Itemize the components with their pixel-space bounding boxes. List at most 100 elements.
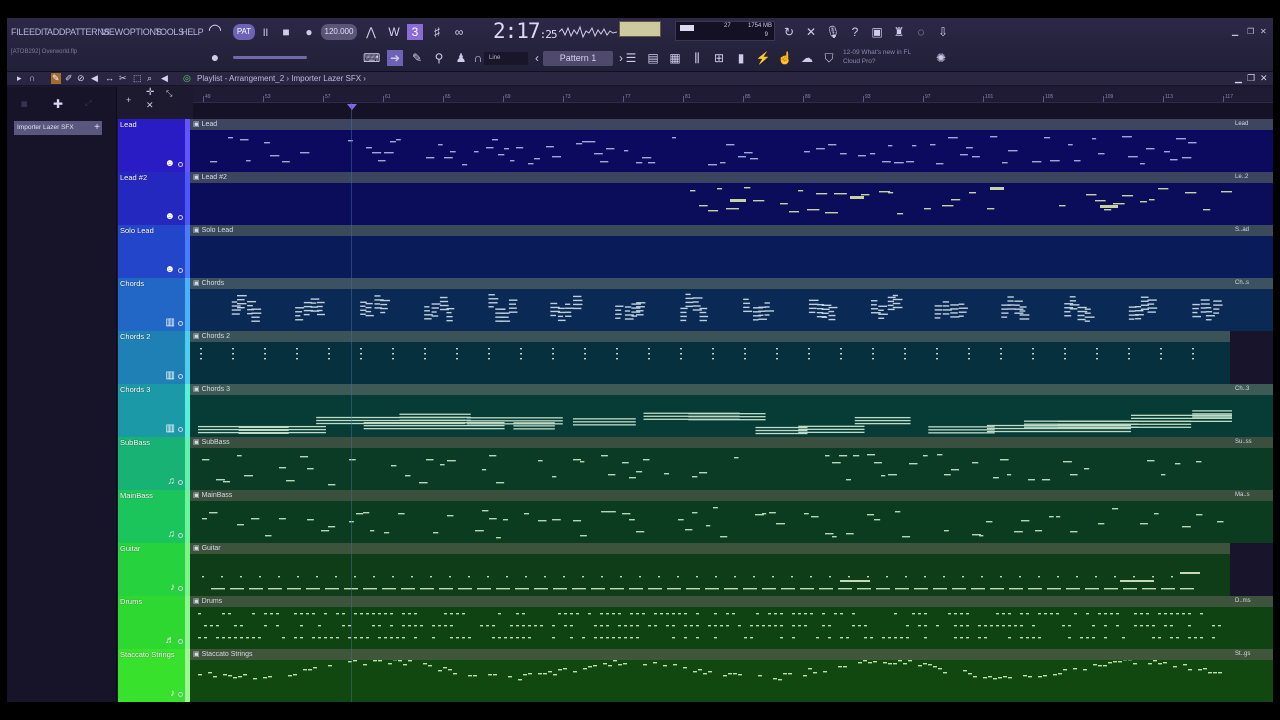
track-lane[interactable]: ▣ Staccato Strings St..gs — [190, 649, 1273, 702]
track-header[interactable]: Lead #2 ☻ — [118, 172, 185, 225]
menu-add[interactable]: ADD — [47, 27, 65, 37]
pattern-clip-tail-title[interactable]: Ma..s — [1232, 490, 1273, 501]
track-lane[interactable]: ▣ Chords Ch..s — [190, 278, 1273, 331]
mute-led[interactable] — [178, 639, 183, 644]
link-icon[interactable]: ⚲ — [431, 50, 447, 66]
pattern-clip-title[interactable]: ▣ Drums — [190, 596, 1232, 607]
mute-led[interactable] — [178, 321, 183, 326]
stop-icon[interactable]: ■ — [278, 24, 294, 40]
pattern-clip-tail-title[interactable]: Ch..s — [1232, 278, 1273, 289]
pattern-clip-tail-title[interactable]: Le..2 — [1232, 172, 1273, 183]
typing-keyboard-icon[interactable]: ⌨ — [363, 50, 380, 66]
mute-led[interactable] — [178, 215, 183, 220]
paint-tool-icon[interactable]: ✎ — [409, 50, 425, 66]
mute-tool-icon[interactable]: ◀ — [91, 73, 98, 84]
clone-icon[interactable]: ⤢ — [85, 99, 91, 109]
arrow-left-icon[interactable]: ▸ — [17, 73, 22, 84]
add-pattern-icon[interactable]: ✚ — [53, 97, 63, 111]
mute-led[interactable] — [178, 533, 183, 538]
news-panel[interactable]: 12-09 What's new in FL Cloud Pro? — [843, 48, 911, 66]
track-header[interactable]: Staccato Strings ♪ — [118, 649, 185, 702]
pattern-clip-tail[interactable] — [1232, 130, 1273, 172]
pattern-clip-title[interactable]: ▣ Staccato Strings — [190, 649, 1232, 660]
pattern-clip-tail-title[interactable]: Lead — [1232, 119, 1273, 130]
pattern-clip-tail-title[interactable]: D..ms — [1232, 596, 1273, 607]
picker-grid-icon[interactable]: ▦ — [21, 100, 28, 108]
pattern-clip[interactable] — [190, 236, 1232, 278]
master-volume-knob-icon[interactable]: ◠ — [207, 23, 223, 39]
pattern-clip-tail[interactable] — [1232, 501, 1273, 543]
pattern-clip-title[interactable]: ▣ SubBass — [190, 437, 1232, 448]
record-icon[interactable]: ● — [301, 24, 317, 40]
pattern-clip[interactable] — [190, 183, 1232, 225]
mixer-icon[interactable]: ⫼ — [689, 50, 705, 66]
master-pitch-knob-icon[interactable]: ● — [207, 49, 223, 65]
pattern-clip[interactable] — [190, 130, 1232, 172]
playlist-icon[interactable]: ▦ — [667, 50, 683, 66]
file-icon[interactable]: ▮ — [733, 50, 749, 66]
pattern-clip[interactable] — [190, 395, 1232, 437]
pattern-clip-tail-title[interactable]: Ch..3 — [1232, 384, 1273, 395]
track-header[interactable]: Lead ☻ — [118, 119, 185, 172]
track-header[interactable]: Guitar ♪ — [118, 543, 185, 596]
menu-tools[interactable]: TOOLS — [155, 27, 184, 37]
pattern-clip[interactable] — [190, 607, 1232, 649]
move-icon[interactable]: ✛ — [146, 87, 154, 98]
pattern-clip-title[interactable]: ▣ Chords — [190, 278, 1232, 289]
pattern-clip[interactable] — [190, 501, 1232, 543]
save-icon[interactable]: ▣ — [869, 24, 885, 40]
mute-led[interactable] — [178, 480, 183, 485]
pattern-clip-tail[interactable] — [1232, 289, 1273, 331]
track-lane[interactable]: ▣ Chords 2 — [190, 331, 1273, 384]
pattern-clip-title[interactable]: ▣ Lead — [190, 119, 1232, 130]
paint-tool-icon[interactable]: ✐ — [65, 73, 73, 84]
pattern-clip-tail-title[interactable]: St..gs — [1232, 649, 1273, 660]
menu-view[interactable]: VIEW — [101, 27, 123, 37]
song-position-display[interactable]: 2:17:25 — [493, 19, 557, 43]
pattern-clip[interactable] — [190, 342, 1230, 384]
pattern-clip-tail[interactable] — [1232, 448, 1273, 490]
browser-icon[interactable]: ⊞ — [711, 50, 727, 66]
slip-tool-icon[interactable]: ↔ — [105, 73, 114, 83]
pattern-item[interactable]: Importer Lazer SFX + — [14, 121, 102, 135]
zoom-tool-icon[interactable]: ⌕ — [147, 73, 152, 84]
pattern-clip-tail[interactable] — [1232, 660, 1273, 702]
step-edit-icon[interactable]: ♯ — [429, 24, 445, 40]
delete-tool-icon[interactable]: ⊘ — [77, 73, 85, 84]
track-header[interactable]: Solo Lead ☻ — [118, 225, 185, 278]
track-lane[interactable]: ▣ Drums D..ms — [190, 596, 1273, 649]
select-tool-icon[interactable]: ⬚ — [133, 73, 142, 84]
track-lane[interactable]: ▣ Lead Lead — [190, 119, 1273, 172]
plus-icon[interactable]: + — [94, 121, 100, 135]
mute-led[interactable] — [178, 692, 183, 697]
track-header[interactable]: MainBass ♫ — [118, 490, 185, 543]
pattern-clip-tail[interactable] — [1232, 183, 1273, 225]
countdown-icon[interactable]: 3 — [407, 24, 423, 40]
pause-icon[interactable]: ॥ — [257, 24, 273, 40]
mute-led[interactable] — [178, 586, 183, 591]
microphone-icon[interactable]: 🎙 — [825, 24, 841, 40]
cloud-icon[interactable]: ☁ — [799, 50, 815, 66]
refresh-icon[interactable]: ↻ — [781, 24, 797, 40]
pattern-clip-tail[interactable] — [1232, 395, 1273, 437]
track-header[interactable]: Drums ♬ — [118, 596, 185, 649]
mute-led[interactable] — [178, 374, 183, 379]
timeline-ruler[interactable]: 49 53 57 61 65 69 73 77 81 85 89 93 97 101 105 109 113 11… — [193, 87, 1273, 103]
slice-tool-icon[interactable]: ✂ — [119, 73, 127, 84]
add-track-icon[interactable]: + — [126, 95, 131, 105]
mute-led[interactable] — [178, 162, 183, 167]
download-icon[interactable]: ⇩ — [935, 24, 951, 40]
track-lane[interactable]: ▣ Solo Lead S..ad — [190, 225, 1273, 278]
channel-rack-icon[interactable]: ☰ — [623, 50, 639, 66]
track-header[interactable]: SubBass ♫ — [118, 437, 185, 490]
plugin-icon[interactable]: ♜ — [891, 24, 907, 40]
pattern-clip-title[interactable]: ▣ MainBass — [190, 490, 1232, 501]
close-icon[interactable]: ✕ — [1260, 27, 1267, 36]
metronome-icon[interactable]: ⋀ — [363, 24, 379, 40]
pattern-clip[interactable] — [190, 554, 1230, 596]
close-track-icon[interactable]: ✕ — [146, 100, 154, 111]
pattern-clip-title[interactable]: ▣ Guitar — [190, 543, 1230, 554]
track-lane[interactable]: ▣ MainBass Ma..s — [190, 490, 1273, 543]
news-settings-icon[interactable]: ✺ — [933, 50, 949, 66]
track-header[interactable]: Chords 3 ▥ — [118, 384, 185, 437]
